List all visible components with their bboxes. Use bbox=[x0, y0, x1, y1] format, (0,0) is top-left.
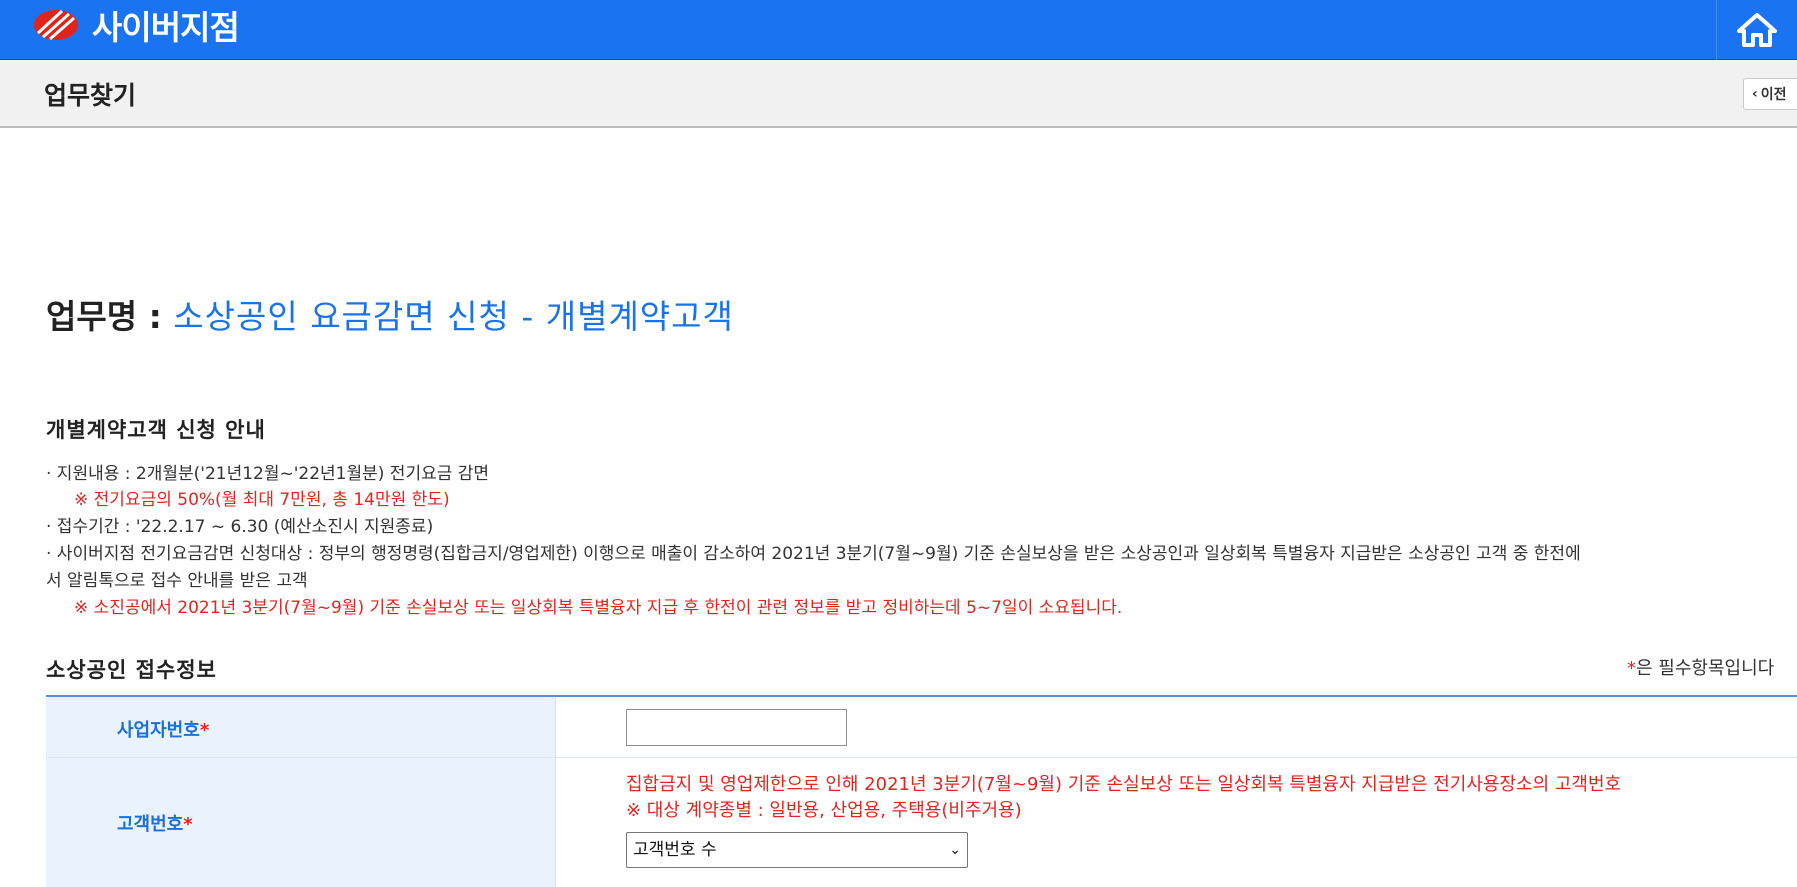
required-note: *은 필수항목입니다 bbox=[1627, 654, 1774, 680]
customer-number-label-text: 고객번호 bbox=[117, 814, 184, 835]
guide-target-note: ※ 소진공에서 2021년 3분기(7월~9월) 기준 손실보상 또는 일상회복… bbox=[74, 598, 1123, 618]
brand-name: 사이버지점 bbox=[92, 8, 240, 47]
guide-support: · 지원내용 : 2개월분('21년12월~'22년1월분) 전기요금 감면 bbox=[46, 464, 490, 484]
chevron-left-icon: ‹ bbox=[1752, 86, 1758, 102]
customer-number-label-cell: 고객번호* bbox=[46, 758, 556, 887]
back-button[interactable]: ‹ 이전 bbox=[1743, 78, 1797, 110]
guide-support-note: ※ 전기요금의 50%(월 최대 7만원, 총 14만원 한도) bbox=[74, 490, 450, 510]
business-number-label-text: 사업자번호 bbox=[117, 720, 200, 741]
home-icon bbox=[1737, 13, 1777, 47]
back-button-label: 이전 bbox=[1760, 87, 1787, 103]
task-name: 소상공인 요금감면 신청 - 개별계약고객 bbox=[173, 297, 734, 336]
required-note-text: 은 필수항목입니다 bbox=[1636, 658, 1775, 679]
business-number-label: 사업자번호* bbox=[117, 716, 209, 742]
top-header-bar: 사이버지점 bbox=[0, 0, 1797, 60]
customer-count-select-value: 고객번호 수 bbox=[633, 840, 717, 860]
customer-number-label: 고객번호* bbox=[117, 810, 193, 836]
task-label: 업무명 : bbox=[46, 297, 162, 336]
guide-target-line2: 서 알림톡으로 접수 안내를 받은 고객 bbox=[46, 571, 308, 591]
customer-number-desc: 집합금지 및 영업제한으로 인해 2021년 3분기(7월~9월) 기준 손실보… bbox=[626, 774, 1622, 795]
required-star: * bbox=[183, 814, 193, 835]
required-star: * bbox=[1627, 658, 1636, 679]
sub-header: 업무찾기 ‹ 이전 bbox=[0, 60, 1797, 128]
business-number-input[interactable] bbox=[626, 709, 847, 746]
home-button[interactable] bbox=[1716, 0, 1797, 60]
guide-title: 개별계약고객 신청 안내 bbox=[46, 418, 266, 442]
business-number-label-cell: 사업자번호* bbox=[46, 697, 556, 757]
kepco-logo-icon bbox=[34, 9, 78, 41]
customer-number-contract-note: ※ 대상 계약종별 : 일반용, 산업용, 주택용(비주거용) bbox=[626, 800, 1022, 821]
required-star: * bbox=[199, 720, 210, 741]
guide-period: · 접수기간 : '22.2.17 ~ 6.30 (예산소진시 지원종료) bbox=[46, 517, 434, 537]
guide-target-line1: · 사이버지점 전기요금감면 신청대상 : 정부의 행정명령(집합금지/영업제한… bbox=[46, 544, 1581, 564]
brand-logo[interactable]: 사이버지점 bbox=[32, 5, 240, 47]
customer-count-select[interactable]: 고객번호 수 ⌄ bbox=[626, 832, 968, 868]
page-title: 업무찾기 bbox=[44, 81, 137, 110]
chevron-down-icon: ⌄ bbox=[949, 842, 961, 858]
form-title: 소상공인 접수정보 bbox=[46, 658, 217, 682]
task-heading: 업무명 : 소상공인 요금감면 신청 - 개별계약고객 bbox=[46, 290, 734, 338]
